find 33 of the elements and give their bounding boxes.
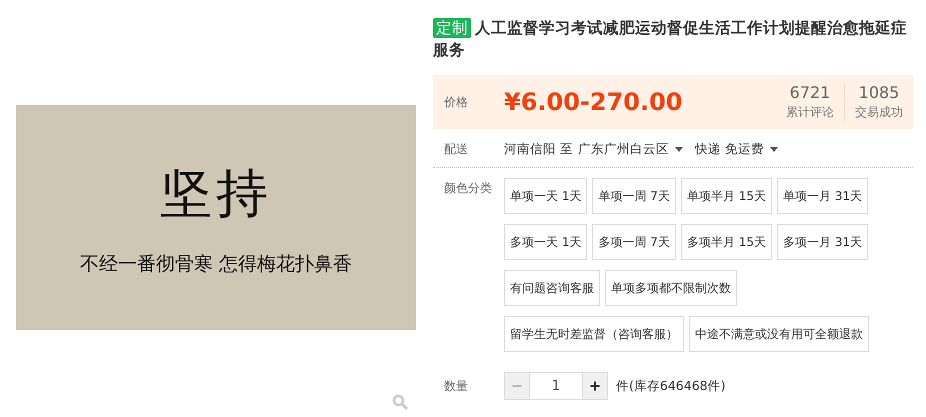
- image-caption: 不经一番彻骨寒 怎得梅花扑鼻香: [80, 252, 352, 276]
- origin-text: 河南信阳 至: [504, 140, 573, 158]
- stat-label: 累计评论: [786, 104, 834, 121]
- increment-button[interactable]: +: [582, 372, 608, 400]
- shipping-dropdown[interactable]: 快递 免运费: [694, 140, 778, 158]
- option-button[interactable]: 多项半月 15天: [680, 224, 772, 260]
- option-button[interactable]: 单项一天 1天: [504, 178, 588, 214]
- quantity-label: 数量: [444, 378, 469, 394]
- image-headline: 坚持: [160, 162, 272, 226]
- price-value: ¥6.00-270.00: [504, 88, 684, 116]
- price-label: 价格: [444, 94, 469, 110]
- option-button[interactable]: 多项一月 31天: [777, 224, 868, 260]
- caret-icon: [674, 146, 683, 152]
- quantity-input[interactable]: 1: [530, 372, 582, 400]
- option-button[interactable]: 单项一月 31天: [777, 178, 868, 214]
- delivery-label: 配送: [444, 140, 469, 158]
- destination-dropdown[interactable]: 广东广州白云区: [578, 140, 683, 158]
- stock-text: 件(库存646468件): [616, 378, 726, 394]
- product-title: 定制 人工监督学习考试减肥运动督促生活工作计划提醒治愈拖延症服务: [433, 17, 908, 61]
- search-icon[interactable]: [392, 394, 408, 410]
- option-button[interactable]: 多项一周 7天: [592, 224, 676, 260]
- caret-icon: [770, 146, 778, 152]
- option-button[interactable]: 单项半月 15天: [680, 178, 772, 214]
- option-button[interactable]: 有问题咨询客服: [504, 270, 600, 306]
- option-button[interactable]: 多项一天 1天: [504, 224, 588, 260]
- option-button[interactable]: 中途不满意或没有用可全额退款: [689, 316, 869, 352]
- stat-number: 6721: [790, 83, 830, 102]
- stat-number: 1085: [858, 83, 900, 102]
- stat-label: 交易成功: [855, 104, 903, 121]
- options-label: 颜色分类: [444, 180, 493, 197]
- option-button[interactable]: 留学生无时差监督（咨询客服）: [504, 316, 684, 352]
- option-button[interactable]: 单项一周 7天: [592, 178, 676, 214]
- option-button[interactable]: 单项多项都不限制次数: [605, 270, 737, 306]
